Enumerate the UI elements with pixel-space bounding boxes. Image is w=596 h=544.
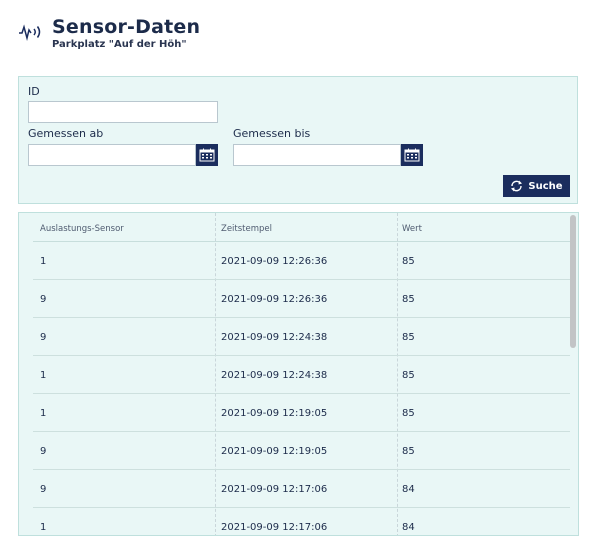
cell-timestamp: 2021-09-09 12:24:38 (221, 370, 328, 381)
from-label: Gemessen ab (28, 127, 104, 140)
cell-sensor: 1 (40, 256, 47, 267)
cell-sensor: 9 (40, 332, 47, 343)
results-table: Auslastungs-Sensor Zeitstempel Wert 1 20… (18, 212, 579, 536)
cell-timestamp: 2021-09-09 12:19:05 (221, 446, 328, 457)
cell-value: 85 (402, 294, 415, 305)
cell-sensor: 9 (40, 446, 47, 457)
cell-timestamp: 2021-09-09 12:17:06 (221, 484, 328, 495)
table-header: Auslastungs-Sensor Zeitstempel Wert (33, 213, 570, 242)
page-subtitle: Parkplatz "Auf der Höh" (52, 39, 187, 50)
table-row[interactable]: 9 2021-09-09 12:17:06 84 (33, 469, 570, 508)
table-row[interactable]: 1 2021-09-09 12:24:38 85 (33, 355, 570, 394)
cell-sensor: 1 (40, 408, 47, 419)
page-header: Sensor-Daten Parkplatz "Auf der Höh" (18, 16, 200, 50)
search-button[interactable]: Suche (503, 175, 570, 197)
cell-value: 85 (402, 256, 415, 267)
cell-value: 85 (402, 408, 415, 419)
cell-value: 85 (402, 446, 415, 457)
cell-value: 84 (402, 484, 415, 495)
cell-value: 85 (402, 370, 415, 381)
column-header-timestamp[interactable]: Zeitstempel (221, 224, 272, 234)
filter-panel: ID Gemessen ab Gemessen bis Suche (18, 76, 578, 204)
to-date-input[interactable] (233, 144, 401, 166)
id-input[interactable] (28, 101, 218, 123)
to-label: Gemessen bis (233, 127, 311, 140)
table-scrollbar[interactable] (570, 215, 576, 348)
cell-sensor: 9 (40, 484, 47, 495)
table-row[interactable]: 1 2021-09-09 12:19:05 85 (33, 393, 570, 432)
refresh-icon (511, 180, 523, 192)
page-title: Sensor-Daten (52, 16, 201, 38)
from-date-input[interactable] (28, 144, 196, 166)
cell-timestamp: 2021-09-09 12:26:36 (221, 256, 328, 267)
cell-sensor: 9 (40, 294, 47, 305)
cell-timestamp: 2021-09-09 12:24:38 (221, 332, 328, 343)
cell-timestamp: 2021-09-09 12:26:36 (221, 294, 328, 305)
cell-sensor: 1 (40, 370, 47, 381)
search-button-label: Suche (528, 180, 563, 192)
column-header-sensor[interactable]: Auslastungs-Sensor (40, 224, 124, 234)
cell-timestamp: 2021-09-09 12:17:06 (221, 522, 328, 533)
id-label: ID (28, 85, 40, 98)
cell-timestamp: 2021-09-09 12:19:05 (221, 408, 328, 419)
calendar-icon (404, 148, 420, 162)
header-text: Sensor-Daten Parkplatz "Auf der Höh" (52, 16, 200, 50)
cell-sensor: 1 (40, 522, 47, 533)
table-row[interactable]: 9 2021-09-09 12:26:36 85 (33, 279, 570, 318)
table-row[interactable]: 1 2021-09-09 12:26:36 85 (33, 241, 570, 280)
table-row[interactable]: 9 2021-09-09 12:24:38 85 (33, 317, 570, 356)
to-calendar-button[interactable] (401, 144, 423, 166)
table-row[interactable]: 1 2021-09-09 12:17:06 84 (33, 507, 570, 535)
table-row[interactable]: 9 2021-09-09 12:19:05 85 (33, 431, 570, 470)
cell-value: 84 (402, 522, 415, 533)
sensor-signal-icon (19, 24, 41, 41)
calendar-icon (199, 148, 215, 162)
from-calendar-button[interactable] (196, 144, 218, 166)
cell-value: 85 (402, 332, 415, 343)
column-header-value[interactable]: Wert (402, 224, 422, 234)
